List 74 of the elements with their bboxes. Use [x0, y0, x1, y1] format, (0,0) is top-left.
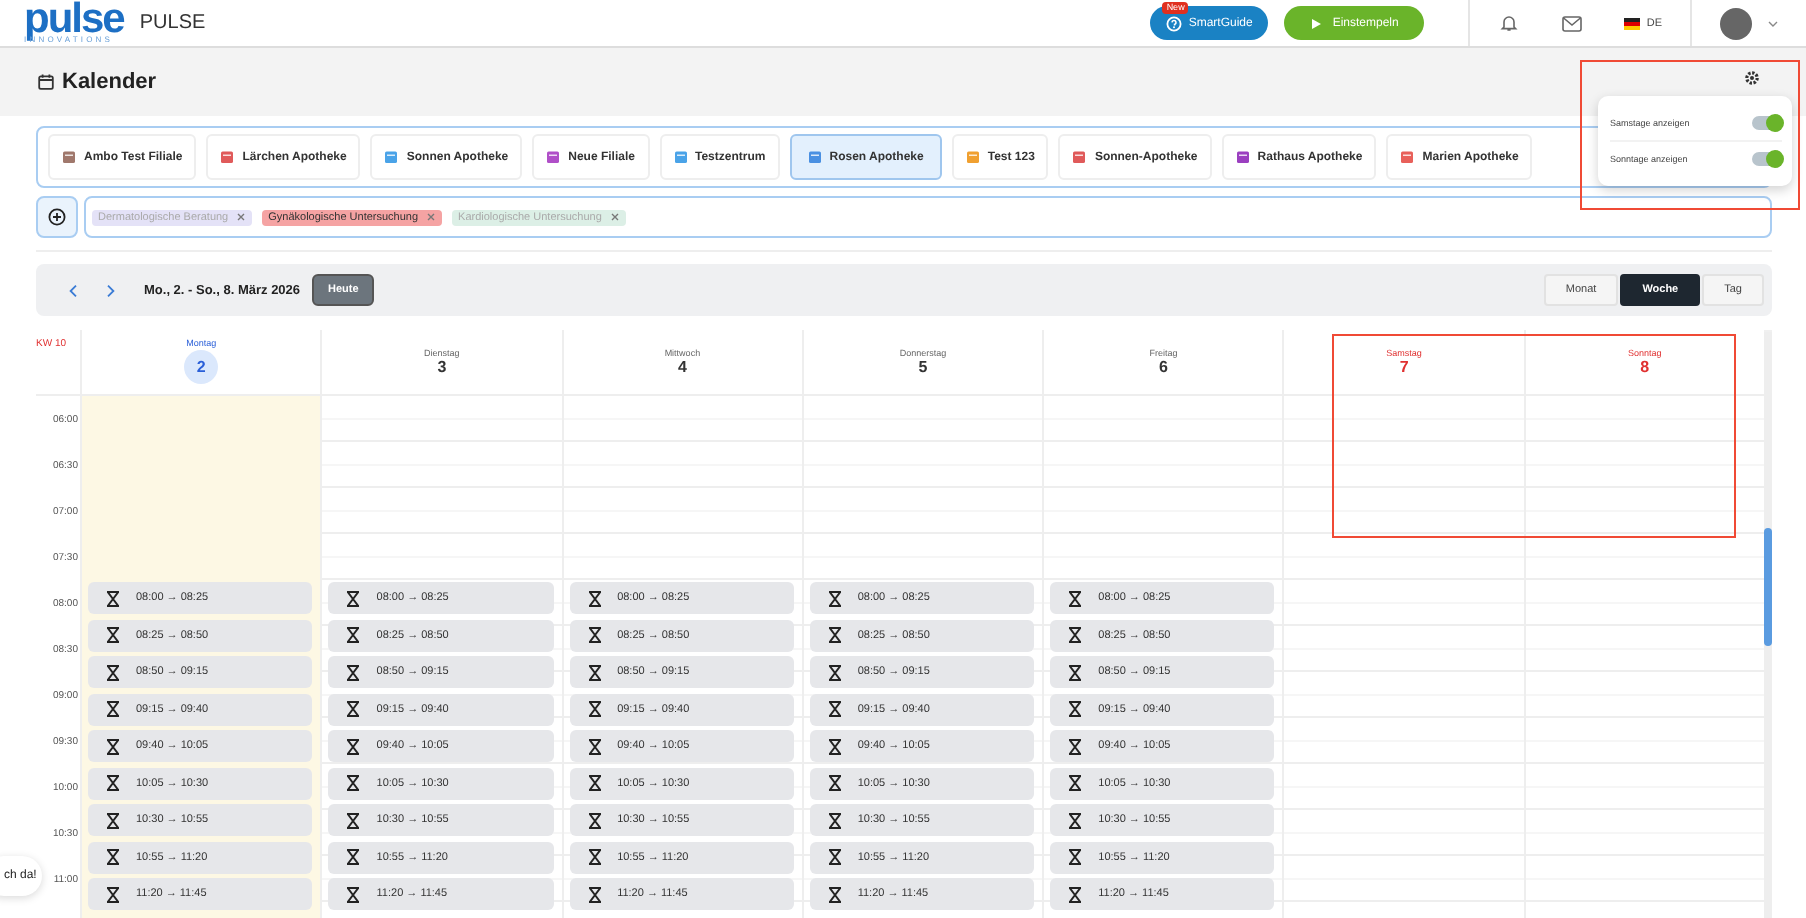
- page-title: Kalender: [62, 70, 157, 94]
- hourglass-icon: [1066, 774, 1085, 792]
- hourglass-icon: [344, 589, 363, 607]
- hourglass-icon: [1066, 848, 1085, 866]
- caret-icon: [1768, 19, 1778, 27]
- settings-icon: [1744, 70, 1760, 86]
- hourglass-icon: [1066, 589, 1085, 607]
- hourglass-icon: [825, 848, 844, 866]
- hourglass-icon: [585, 700, 604, 718]
- hourglass-icon: [825, 589, 844, 607]
- hourglass-icon: [104, 663, 122, 681]
- flag-icon: [1624, 17, 1641, 29]
- day-date: 3: [437, 358, 447, 376]
- hourglass-icon: [585, 589, 604, 607]
- hourglass-icon: [825, 663, 844, 681]
- hourglass-icon: [825, 774, 844, 792]
- day-date: 8: [1640, 358, 1650, 376]
- hourglass-icon: [344, 848, 363, 866]
- avatar[interactable]: [1720, 7, 1752, 39]
- chevron-right-icon: [106, 283, 116, 297]
- hourglass-icon: [825, 737, 844, 755]
- day-date: 6: [1159, 358, 1168, 376]
- hourglass-icon: [585, 737, 604, 755]
- date-circle: 2: [184, 350, 219, 384]
- hourglass-icon: [344, 626, 363, 644]
- day-date: 4: [677, 358, 687, 376]
- hourglass-icon: [344, 885, 363, 903]
- hourglass-icon: [585, 885, 604, 903]
- mail-icon: [1562, 15, 1583, 31]
- hourglass-icon: [585, 811, 604, 829]
- hourglass-icon: [585, 626, 604, 644]
- hourglass-icon: [344, 811, 363, 829]
- hourglass-icon: [104, 774, 122, 792]
- toggle-switch[interactable]: [1752, 152, 1782, 166]
- hourglass-icon: [344, 774, 363, 792]
- hourglass-icon: [1066, 811, 1085, 829]
- hourglass-icon: [104, 626, 122, 644]
- app-name: PULSE: [139, 12, 206, 34]
- hourglass-icon: [104, 700, 122, 718]
- bell-icon: [1500, 14, 1519, 32]
- plus-circle-icon: [48, 208, 66, 226]
- hourglass-icon: [1066, 737, 1085, 755]
- play-icon: [1310, 17, 1323, 29]
- hourglass-icon: [585, 774, 604, 792]
- help-icon: [1166, 15, 1183, 31]
- hourglass-icon: [1066, 700, 1085, 718]
- hourglass-icon: [1066, 663, 1085, 681]
- close-icon: [236, 212, 247, 222]
- scrollbar-thumb[interactable]: [1763, 528, 1772, 646]
- add-button[interactable]: [36, 196, 78, 238]
- toggle-switch[interactable]: [1752, 116, 1782, 130]
- hourglass-icon: [104, 737, 122, 755]
- hourglass-icon: [1066, 626, 1085, 644]
- day-date: 7: [1399, 358, 1409, 376]
- hourglass-icon: [585, 848, 604, 866]
- hourglass-icon: [104, 885, 122, 903]
- hourglass-icon: [825, 885, 844, 903]
- hourglass-icon: [344, 737, 363, 755]
- hourglass-icon: [104, 811, 122, 829]
- hourglass-icon: [104, 589, 122, 607]
- hourglass-icon: [344, 663, 363, 681]
- calendar-icon: [38, 74, 54, 90]
- hourglass-icon: [825, 700, 844, 718]
- chevron-left-icon: [68, 283, 78, 297]
- hourglass-icon: [344, 700, 363, 718]
- day-date: 5: [918, 358, 928, 376]
- hourglass-icon: [825, 811, 844, 829]
- close-icon: [426, 212, 437, 222]
- hourglass-icon: [104, 848, 122, 866]
- close-icon: [609, 212, 620, 222]
- hourglass-icon: [825, 626, 844, 644]
- logo-text: pulse: [24, 2, 124, 36]
- hourglass-icon: [585, 663, 604, 681]
- hourglass-icon: [1066, 885, 1085, 903]
